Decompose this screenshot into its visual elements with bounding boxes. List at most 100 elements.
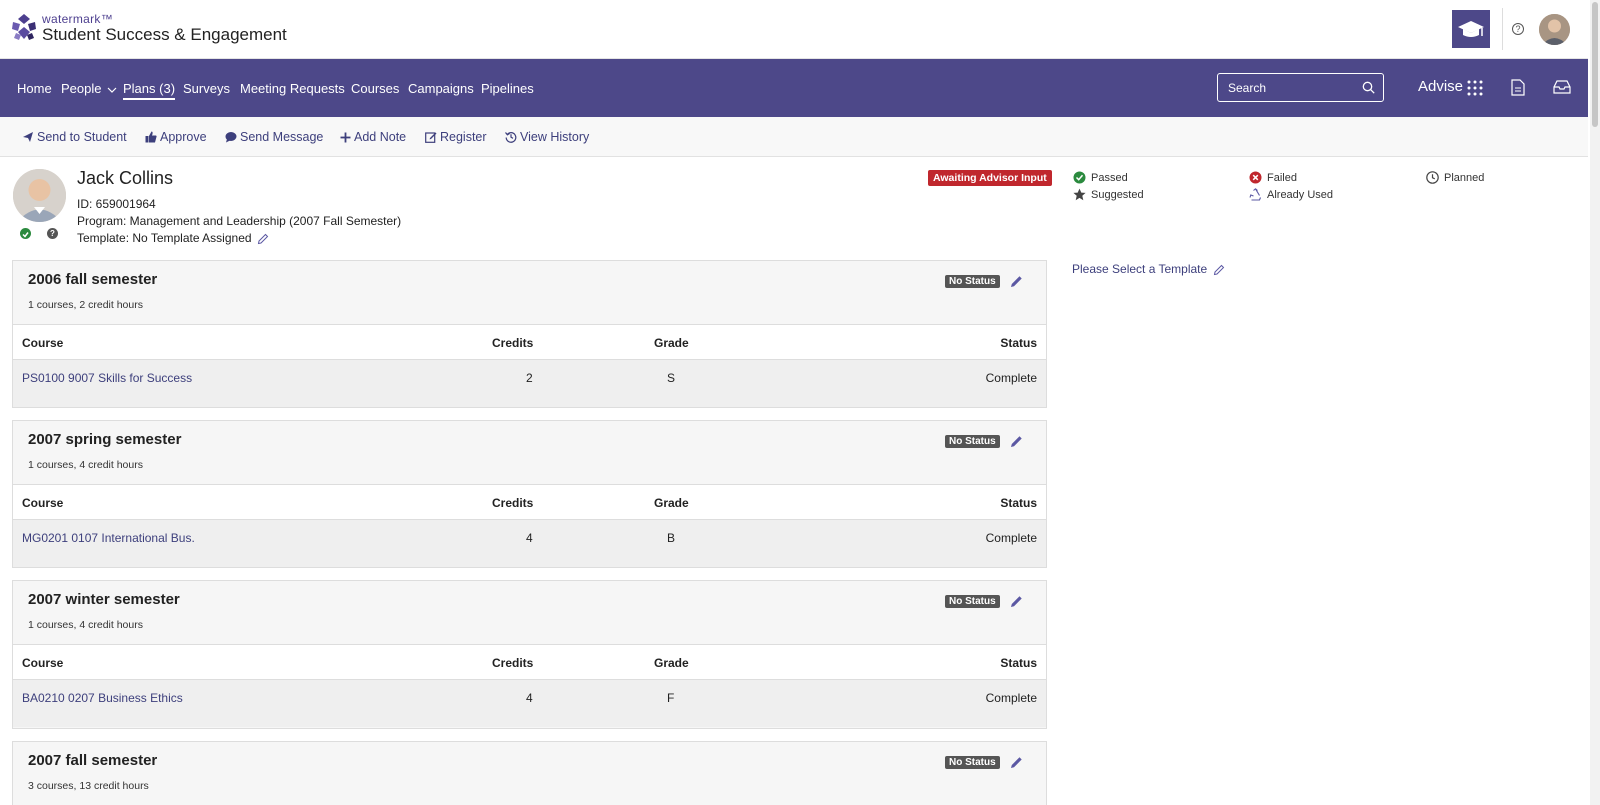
semester-summary: 1 courses, 4 credit hours [28, 459, 143, 471]
approve-label: Approve [160, 130, 207, 144]
course-link[interactable]: MG0201 0107 International Bus. [22, 531, 195, 545]
add-note-button[interactable]: Add Note [340, 130, 406, 144]
status-column-header: Status [1000, 496, 1037, 510]
approve-button[interactable]: Approve [145, 130, 207, 144]
semester-status-badge: No Status [945, 275, 1000, 288]
advise-label[interactable]: Advise [1418, 78, 1463, 95]
credits-column-header: Credits [492, 656, 534, 670]
legend-planned: Planned [1426, 171, 1484, 184]
semester-header: 2007 winter semester 1 courses, 4 credit… [13, 581, 1046, 644]
edit-template-icon[interactable] [257, 233, 269, 245]
graduation-cap-button[interactable] [1452, 10, 1490, 48]
search-field [1217, 73, 1384, 102]
help-icon[interactable]: ? [1512, 23, 1524, 35]
course-column-header: Course [22, 336, 64, 350]
user-avatar-image [1539, 14, 1570, 45]
search-input[interactable] [1218, 74, 1358, 101]
page-scrollbar[interactable] [1590, 0, 1600, 805]
brand-small-text: watermark™ [42, 12, 114, 26]
edit-semester-pencil-icon[interactable] [1010, 595, 1023, 608]
course-status: Complete [985, 371, 1037, 385]
semester-title: 2007 fall semester [28, 752, 158, 769]
nav-plans[interactable]: Plans (3) [123, 81, 176, 100]
course-link[interactable]: BA0210 0207 Business Ethics [22, 691, 183, 705]
credits-column-header: Credits [492, 496, 534, 510]
scrollbar-thumb[interactable] [1592, 2, 1598, 127]
course-grade: S [667, 371, 676, 385]
semester-status-badge: No Status [945, 435, 1000, 448]
legend-suggested: Suggested [1073, 188, 1144, 201]
app-grid-icon[interactable] [1467, 80, 1483, 96]
nav-surveys[interactable]: Surveys [183, 81, 230, 96]
nav-meeting-requests[interactable]: Meeting Requests [240, 81, 345, 96]
nav-courses[interactable]: Courses [351, 81, 399, 96]
semester-status-badge: No Status [945, 595, 1000, 608]
history-icon [505, 132, 517, 143]
search-icon[interactable] [1362, 81, 1375, 94]
course-grade: B [667, 531, 676, 545]
inbox-icon[interactable] [1553, 80, 1571, 94]
legend-passed: Passed [1073, 171, 1128, 184]
course-link[interactable]: PS0100 9007 Skills for Success [22, 371, 192, 385]
grade-column-header: Grade [654, 656, 689, 670]
semester-header: 2006 fall semester 1 courses, 2 credit h… [13, 261, 1046, 324]
grade-column-header: Grade [654, 336, 689, 350]
semester-title: 2007 spring semester [28, 431, 182, 448]
course-status: Complete [985, 691, 1037, 705]
status-column-header: Status [1000, 656, 1037, 670]
course-column-header: Course [22, 656, 64, 670]
edit-semester-pencil-icon[interactable] [1010, 275, 1023, 288]
view-history-button[interactable]: View History [505, 130, 589, 144]
app-title: Student Success & Engagement [42, 25, 287, 44]
top-header: watermark™ Student Success & Engagement … [0, 0, 1588, 59]
semester-title: 2006 fall semester [28, 271, 158, 288]
add-note-label: Add Note [354, 130, 407, 144]
select-template-label: Please Select a Template [1072, 262, 1208, 276]
send-to-student-button[interactable]: Send to Student [22, 130, 127, 144]
legend-already-used: Already Used [1249, 188, 1333, 201]
plan-toolbar: Send to Student Approve Send Message Add… [0, 117, 1588, 157]
thumbs-up-icon [145, 131, 157, 143]
chat-bubble-icon [225, 132, 237, 143]
view-history-label: View History [520, 130, 590, 144]
course-grade: F [667, 691, 675, 705]
credits-column-header: Credits [492, 336, 534, 350]
nav-people[interactable]: People [61, 81, 117, 96]
send-message-label: Send Message [240, 130, 324, 144]
course-credits: 4 [526, 691, 533, 705]
semester-summary: 3 courses, 13 credit hours [28, 780, 149, 792]
document-icon[interactable] [1511, 79, 1525, 96]
course-table-header: Course Credits Grade Status [13, 484, 1046, 520]
semester-title: 2007 winter semester [28, 591, 180, 608]
select-template-link[interactable]: Please Select a Template [1072, 262, 1225, 276]
nav-campaigns[interactable]: Campaigns [408, 81, 474, 96]
student-id: ID: 659001964 [77, 197, 156, 211]
semester-card: 2007 fall semester 3 courses, 13 credit … [12, 741, 1047, 805]
register-button[interactable]: Register [425, 130, 487, 144]
course-credits: 2 [526, 371, 533, 385]
course-column-header: Course [22, 496, 64, 510]
legend-failed: Failed [1249, 171, 1297, 184]
course-table-header: Course Credits Grade Status [13, 644, 1046, 680]
semester-card: 2007 winter semester 1 courses, 4 credit… [12, 580, 1047, 729]
grade-column-header: Grade [654, 496, 689, 510]
edit-semester-pencil-icon[interactable] [1010, 435, 1023, 448]
legend-failed-label: Failed [1267, 171, 1297, 184]
student-template-text: Template: No Template Assigned [77, 231, 252, 245]
user-avatar[interactable] [1539, 14, 1570, 45]
status-column-header: Status [1000, 336, 1037, 350]
question-status-icon[interactable]: ? [47, 228, 58, 239]
legend-passed-label: Passed [1091, 171, 1128, 184]
edit-semester-pencil-icon[interactable] [1010, 756, 1023, 769]
send-message-button[interactable]: Send Message [225, 130, 323, 144]
passed-status-icon [20, 228, 31, 239]
clock-icon [1426, 171, 1439, 184]
check-circle-icon [1073, 171, 1086, 184]
nav-home[interactable]: Home [17, 81, 52, 96]
send-to-student-label: Send to Student [37, 130, 127, 144]
brand-logo[interactable]: watermark™ Student Success & Engagement [11, 12, 287, 44]
table-row: MG0201 0107 International Bus. 4 B Compl… [13, 520, 1046, 567]
paper-plane-icon [23, 132, 33, 142]
nav-pipelines[interactable]: Pipelines [481, 81, 534, 96]
plus-icon [340, 132, 351, 142]
